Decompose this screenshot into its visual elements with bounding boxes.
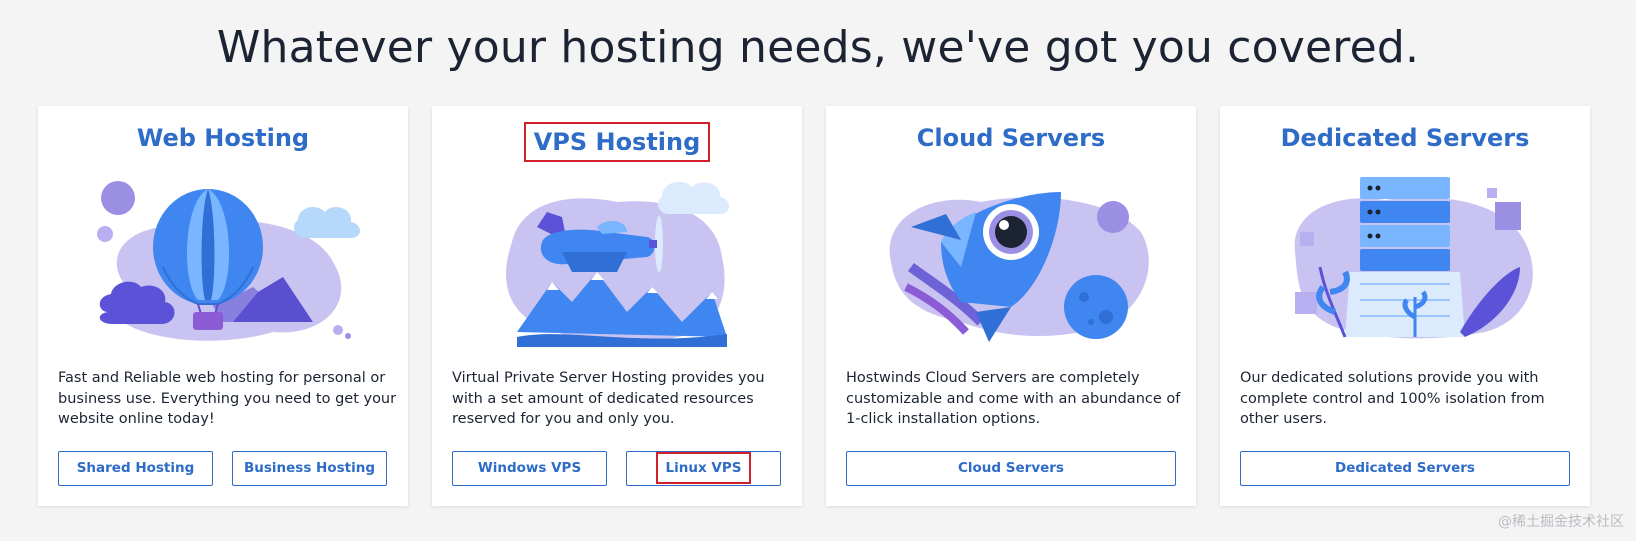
card-title[interactable]: Dedicated Servers (1220, 124, 1590, 152)
card-description: Fast and Reliable web hosting for person… (58, 370, 397, 427)
business-hosting-button[interactable]: Business Hosting (232, 451, 387, 486)
server-rack-illustration (1294, 177, 1533, 339)
card-description: Virtual Private Server Hosting provides … (452, 370, 765, 427)
hot-air-balloon-illustration (97, 181, 360, 341)
card-description: Hostwinds Cloud Servers are completely c… (846, 370, 1181, 427)
card-title-text[interactable]: Cloud Servers (917, 124, 1105, 152)
card-title-text[interactable]: Dedicated Servers (1281, 124, 1530, 152)
airplane-illustration (506, 181, 729, 347)
card-description: Our dedicated solutions provide you with… (1240, 370, 1545, 427)
card-vps-hosting: VPS Hosting Virtual Private Server Hosti… (432, 106, 802, 506)
page-headline: Whatever your hosting needs, we've got y… (216, 22, 1420, 73)
linux-vps-label[interactable]: Linux VPS (655, 452, 752, 484)
cloud-servers-button[interactable]: Cloud Servers (846, 451, 1176, 486)
card-cloud-servers: Cloud Servers Hostwinds Cloud Servers ar… (826, 106, 1196, 506)
windows-vps-button[interactable]: Windows VPS (452, 451, 607, 486)
card-web-hosting: Web Hosting Fast and Reliable web hostin… (38, 106, 408, 506)
card-title[interactable]: Web Hosting (38, 124, 408, 152)
card-title-text[interactable]: Web Hosting (137, 124, 309, 152)
card-title[interactable]: Cloud Servers (826, 124, 1196, 152)
dedicated-servers-button[interactable]: Dedicated Servers (1240, 451, 1570, 486)
rocket-illustration (889, 192, 1149, 342)
shared-hosting-button[interactable]: Shared Hosting (58, 451, 213, 486)
card-dedicated-servers: Dedicated Servers Our dedicated solution… (1220, 106, 1590, 506)
watermark: @稀土掘金技术社区 (1498, 514, 1624, 530)
linux-vps-button[interactable]: Linux VPS (626, 451, 781, 486)
card-title[interactable]: VPS Hosting (432, 122, 802, 162)
card-title-text[interactable]: VPS Hosting (523, 122, 711, 162)
